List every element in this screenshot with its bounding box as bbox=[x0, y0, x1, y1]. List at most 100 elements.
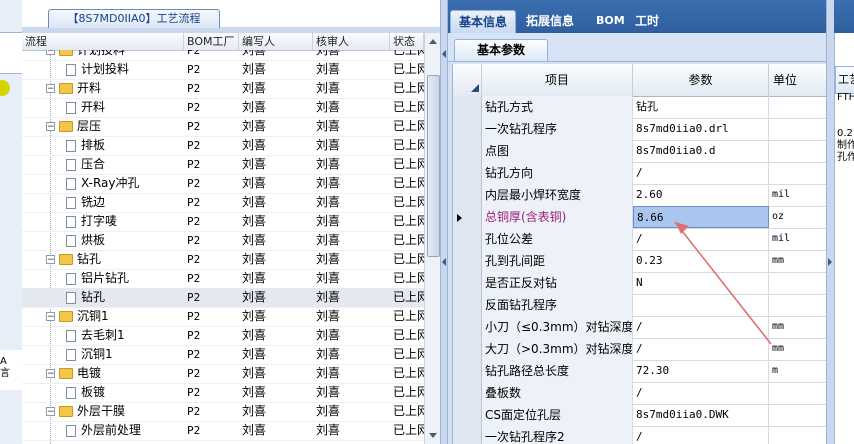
left-panel-stub: A 言 bbox=[0, 350, 22, 390]
tree-row[interactable]: 外层前处理 P2 刘喜 刘喜 已上网 bbox=[22, 421, 424, 441]
tree-node[interactable]: 板镀 bbox=[66, 383, 184, 402]
tree-row[interactable]: 沉铜1 P2 刘喜 刘喜 已上网 bbox=[22, 345, 424, 365]
tree-row[interactable]: 排板 P2 刘喜 刘喜 已上网 bbox=[22, 136, 424, 156]
tree-node[interactable]: 铝片钻孔 bbox=[66, 269, 184, 288]
tree-node[interactable]: 铣边 bbox=[66, 193, 184, 212]
scroll-thumb[interactable] bbox=[427, 75, 440, 257]
tree-node[interactable]: 烘板 bbox=[66, 231, 184, 250]
tree-row[interactable]: 打字唛 P2 刘喜 刘喜 已上网 bbox=[22, 212, 424, 232]
tree-node-label: 烘板 bbox=[81, 233, 106, 247]
col-header-reviewer[interactable]: 核审人 bbox=[313, 33, 390, 50]
splitter-grip-icon[interactable] bbox=[442, 50, 446, 58]
status-cell: 已上网 bbox=[393, 100, 424, 114]
tree-row[interactable]: 烘板 P2 刘喜 刘喜 已上网 bbox=[22, 231, 424, 251]
splitter-grip-icon[interactable] bbox=[442, 258, 446, 266]
right-line-1: FTH bbox=[837, 92, 854, 103]
tree-row[interactable]: 去毛刺1 P2 刘喜 刘喜 已上网 bbox=[22, 326, 424, 346]
reviewer-cell: 刘喜 bbox=[316, 62, 341, 76]
tree-node[interactable]: 去毛刺1 bbox=[66, 326, 184, 345]
reviewer-cell: 刘喜 bbox=[316, 404, 341, 418]
col-header-status[interactable]: 状态 bbox=[390, 33, 424, 50]
tree-node[interactable]: 外层前处理 bbox=[66, 421, 184, 440]
tree-node[interactable]: 计划投料 bbox=[66, 60, 184, 79]
writer-cell: 刘喜 bbox=[242, 157, 267, 171]
right-splitter[interactable] bbox=[826, 0, 834, 444]
collapse-toggle-icon[interactable]: − bbox=[46, 50, 55, 56]
document-icon bbox=[66, 291, 76, 304]
col-header-writer[interactable]: 编写人 bbox=[239, 33, 313, 50]
tree-row[interactable]: 计划投料 P2 刘喜 刘喜 已上网 bbox=[22, 60, 424, 80]
tree-panel-tab[interactable]: 【8S7MD0IIA0】工艺流程 bbox=[48, 9, 220, 28]
tree-node[interactable]: 打字唛 bbox=[66, 212, 184, 231]
tree-node[interactable]: − 计划投料 bbox=[46, 50, 184, 60]
tree-row[interactable]: − 沉铜1 P2 刘喜 刘喜 已上网 bbox=[22, 307, 424, 327]
writer-cell: 刘喜 bbox=[242, 195, 267, 209]
reviewer-cell: 刘喜 bbox=[316, 328, 341, 342]
reviewer-cell: 刘喜 bbox=[316, 100, 341, 114]
reviewer-cell: 刘喜 bbox=[316, 176, 341, 190]
tab-work-hours[interactable]: 工时 bbox=[635, 10, 659, 33]
tree-node-label: X-Ray冲孔 bbox=[81, 176, 140, 190]
scroll-up-icon[interactable] bbox=[429, 39, 437, 44]
status-cell: 已上网 bbox=[393, 347, 424, 361]
writer-cell: 刘喜 bbox=[242, 233, 267, 247]
tree-row[interactable]: 压合 P2 刘喜 刘喜 已上网 bbox=[22, 155, 424, 175]
tree-node[interactable]: 排板 bbox=[66, 136, 184, 155]
tree-node[interactable]: − 电镀 bbox=[46, 364, 184, 383]
document-icon bbox=[66, 234, 76, 247]
collapse-toggle-icon[interactable]: − bbox=[46, 312, 55, 322]
tree-row[interactable]: 铝片钻孔 P2 刘喜 刘喜 已上网 bbox=[22, 269, 424, 289]
reviewer-cell: 刘喜 bbox=[316, 50, 341, 57]
bom-plant-cell: P2 bbox=[187, 291, 201, 304]
tab-bom[interactable]: BOM bbox=[596, 10, 625, 33]
tree-row[interactable]: − 钻孔 P2 刘喜 刘喜 已上网 bbox=[22, 250, 424, 270]
reviewer-cell: 刘喜 bbox=[316, 271, 341, 285]
collapse-toggle-icon[interactable]: − bbox=[46, 369, 55, 379]
tree-row[interactable]: − 外层干膜 P2 刘喜 刘喜 已上网 bbox=[22, 402, 424, 422]
tree-node[interactable]: 开料 bbox=[66, 98, 184, 117]
tree-node[interactable]: 钻孔 bbox=[66, 288, 184, 307]
col-header-process[interactable]: 流程 bbox=[22, 33, 184, 50]
collapse-toggle-icon[interactable]: − bbox=[46, 407, 55, 417]
tree-row[interactable]: 铣边 P2 刘喜 刘喜 已上网 bbox=[22, 193, 424, 213]
tab-basic-info[interactable]: 基本信息 bbox=[450, 10, 516, 33]
tree-row[interactable]: 开料 P2 刘喜 刘喜 已上网 bbox=[22, 98, 424, 118]
tree-row[interactable]: − 电镀 P2 刘喜 刘喜 已上网 bbox=[22, 364, 424, 384]
status-indicator-icon bbox=[0, 80, 10, 96]
splitter-grip-icon[interactable] bbox=[828, 258, 832, 266]
tree-node[interactable]: − 外层干膜 bbox=[46, 402, 184, 421]
scroll-down-icon[interactable] bbox=[429, 433, 437, 438]
collapse-toggle-icon[interactable]: − bbox=[46, 255, 55, 265]
reviewer-cell: 刘喜 bbox=[316, 138, 341, 152]
tree-node[interactable]: − 层压 bbox=[46, 117, 184, 136]
tree-row[interactable]: 钻孔 P2 刘喜 刘喜 已上网 bbox=[22, 288, 424, 308]
tree-node-label: 压合 bbox=[81, 157, 106, 171]
panel-splitter[interactable] bbox=[440, 0, 448, 444]
tree-node-label: 铝片钻孔 bbox=[81, 271, 130, 285]
tree-node[interactable]: − 沉铜1 bbox=[46, 307, 184, 326]
tree-node[interactable]: − 开料 bbox=[46, 79, 184, 98]
right-panel-tab[interactable]: 工艺 bbox=[835, 66, 854, 94]
status-cell: 已上网 bbox=[393, 271, 424, 285]
tree-node[interactable]: X-Ray冲孔 bbox=[66, 174, 184, 193]
tree-node-label: 电镀 bbox=[77, 366, 102, 380]
right-line-2: 0.2 bbox=[837, 128, 853, 139]
tree-row[interactable]: − 层压 P2 刘喜 刘喜 已上网 bbox=[22, 117, 424, 137]
tree-node[interactable]: 沉铜1 bbox=[66, 345, 184, 364]
tree-row[interactable]: − 开料 P2 刘喜 刘喜 已上网 bbox=[22, 79, 424, 99]
bom-plant-cell: P2 bbox=[187, 158, 201, 171]
reviewer-cell: 刘喜 bbox=[316, 290, 341, 304]
tab-extended-info[interactable]: 拓展信息 bbox=[526, 10, 574, 33]
collapse-toggle-icon[interactable]: − bbox=[46, 122, 55, 132]
tree-node[interactable]: 压合 bbox=[66, 155, 184, 174]
col-header-bom-plant[interactable]: BOM工厂 bbox=[184, 33, 239, 50]
status-cell: 已上网 bbox=[393, 423, 424, 437]
annotation-arrow bbox=[674, 221, 772, 345]
tree-row[interactable]: 板镀 P2 刘喜 刘喜 已上网 bbox=[22, 383, 424, 403]
tree-scrollbar[interactable] bbox=[424, 33, 441, 444]
tree-row[interactable]: X-Ray冲孔 P2 刘喜 刘喜 已上网 bbox=[22, 174, 424, 194]
status-cell: 已上网 bbox=[393, 233, 424, 247]
subtab-basic-params[interactable]: 基本参数 bbox=[454, 39, 548, 61]
collapse-toggle-icon[interactable]: − bbox=[46, 84, 55, 94]
tree-node[interactable]: − 钻孔 bbox=[46, 250, 184, 269]
